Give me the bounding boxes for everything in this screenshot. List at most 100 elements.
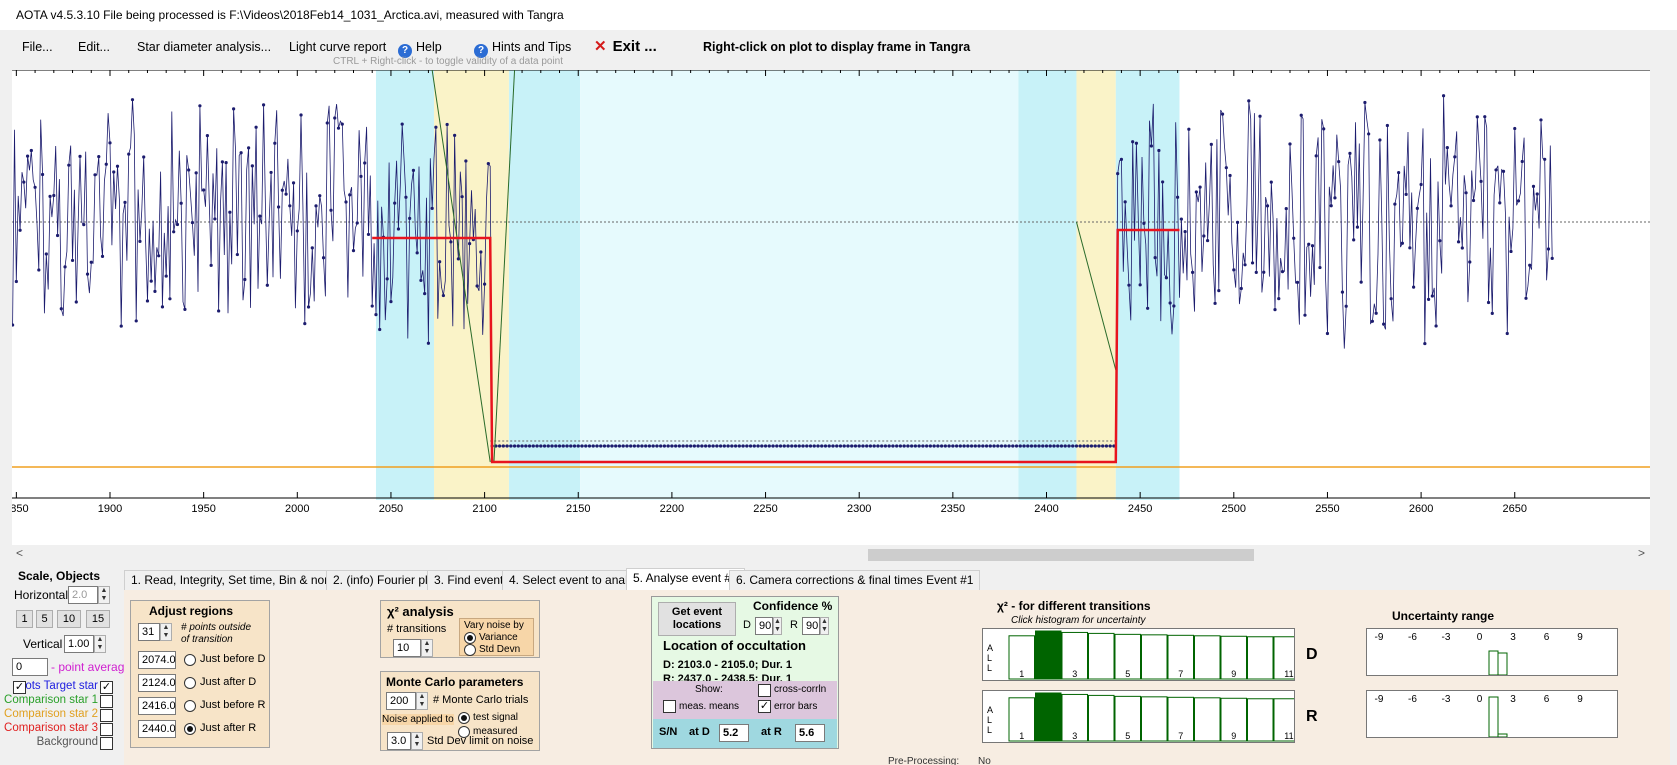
data-point: [771, 444, 775, 448]
data-point: [29, 148, 33, 153]
location-of-occultation-title: Location of occultation: [663, 638, 806, 653]
region-radio[interactable]: [184, 654, 196, 666]
data-point: [310, 246, 314, 250]
confidence-r-input[interactable]: 90: [802, 617, 820, 635]
object-label: Comparison star 1: [4, 694, 98, 706]
transitions-input[interactable]: 10: [393, 639, 421, 657]
monte-carlo-trials-input[interactable]: 200: [386, 692, 416, 710]
confidence-r-spin-icon[interactable]: ▲ ▼: [820, 617, 829, 635]
menu-light-curve-report[interactable]: Light curve report: [289, 37, 386, 57]
data-point: [1172, 304, 1176, 308]
uncertainty-tick-label: 9: [1577, 694, 1583, 705]
object-checkbox[interactable]: [100, 723, 113, 736]
vertical-spin-icon[interactable]: ▲ ▼: [94, 635, 106, 653]
menu-star-diameter-analysis[interactable]: Star diameter analysis...: [137, 37, 271, 57]
data-point: [1142, 221, 1146, 225]
uncertainty-r[interactable]: -9 -6 -3 0 3 6 9: [1366, 690, 1618, 738]
points-outside-spin-icon[interactable]: ▲ ▼: [160, 623, 172, 641]
chi-bar: [1247, 698, 1274, 742]
light-curve-svg[interactable]: 1850 1900 1950 2000 2050 2100 2150 2200 2250 2300…: [12, 70, 1650, 545]
data-point: [1277, 296, 1281, 301]
chi-tick-label: 5: [1125, 669, 1130, 679]
uncertainty-tick-label: -3: [1442, 694, 1451, 705]
confidence-d-spin-icon[interactable]: ▲ ▼: [773, 617, 782, 635]
scale-button-1[interactable]: 1: [16, 610, 33, 628]
cross-corrln-checkbox[interactable]: [758, 684, 771, 697]
chi-hist-r-svg[interactable]: ALL 1 3 5 7 9 11: [983, 691, 1327, 742]
menu-help[interactable]: ? Help: [398, 37, 442, 58]
chi-hist-r[interactable]: A L L 1 3 5 7 9 11: [982, 690, 1327, 743]
uncertainty-d-svg[interactable]: -9 -6 -3 0 3 6 9: [1367, 629, 1617, 676]
error-bars-checkbox[interactable]: ✓: [758, 700, 771, 713]
data-point: [359, 174, 363, 178]
data-point: [925, 444, 929, 448]
horizontal-spin-icon[interactable]: ▲ ▼: [98, 586, 110, 604]
data-point: [1239, 286, 1243, 291]
stddev-limit-input[interactable]: 3.0: [387, 732, 411, 750]
monte-carlo-trials-spin-icon[interactable]: ▲ ▼: [416, 692, 428, 710]
point-average-select[interactable]: 0: [12, 658, 48, 676]
data-point: [269, 170, 273, 175]
region-frame-input[interactable]: 2440.0: [138, 720, 176, 738]
object-label: ots Target star: [25, 680, 98, 692]
data-point: [1089, 444, 1094, 448]
object-checkbox[interactable]: [100, 709, 113, 722]
chi-hist-d[interactable]: A L L 1 3 5 7 9 11: [982, 628, 1327, 681]
plot-horizontal-scrollbar[interactable]: < >: [12, 545, 1650, 563]
data-point: [1183, 230, 1187, 234]
vary-noise-label: Vary noise by: [464, 620, 524, 631]
data-point: [1460, 246, 1464, 250]
data-point: [303, 322, 307, 326]
region-frame-input[interactable]: 2416.0: [138, 697, 176, 715]
tab-6[interactable]: 6. Camera corrections & final times Even…: [729, 570, 981, 590]
data-point: [104, 162, 108, 166]
target-star-select-checkbox[interactable]: ✓: [13, 681, 26, 694]
object-checkbox[interactable]: [100, 737, 113, 750]
data-point: [565, 444, 569, 448]
data-point: [1430, 294, 1434, 298]
vary-noise-variance-radio[interactable]: [464, 632, 476, 644]
uncertainty-d[interactable]: -9 -6 -3 0 3 6 9: [1366, 628, 1618, 676]
data-point: [33, 185, 37, 189]
region-radio[interactable]: [184, 700, 196, 712]
menu-edit[interactable]: Edit...: [78, 37, 110, 57]
uncertainty-bar: [1497, 652, 1508, 676]
meas-means-checkbox[interactable]: [663, 700, 676, 713]
chi-hist-d-svg[interactable]: ALL 1 3 5 7 9 11: [983, 629, 1327, 680]
object-label: Comparison star 3: [4, 722, 98, 734]
scroll-right-icon[interactable]: >: [1638, 546, 1645, 560]
get-event-locations-button[interactable]: Get event locations: [658, 602, 736, 636]
sn-r-value: 5.6: [795, 724, 825, 742]
uncertainty-r-svg[interactable]: -9 -6 -3 0 3 6 9: [1367, 691, 1617, 738]
noise-test-signal-radio[interactable]: [458, 712, 470, 724]
confidence-d-input[interactable]: 90: [755, 617, 773, 635]
data-point: [288, 204, 292, 208]
horizontal-scale-input[interactable]: 2.0: [68, 586, 98, 604]
transitions-spin-icon[interactable]: ▲ ▼: [421, 639, 433, 657]
scroll-thumb[interactable]: [868, 549, 1254, 561]
chi-tick-label: 11: [1284, 669, 1293, 679]
light-curve-plot[interactable]: 1850 1900 1950 2000 2050 2100 2150 2200 2250 2300…: [12, 70, 1650, 545]
vertical-scale-input[interactable]: 1.00: [64, 635, 94, 653]
object-checkbox[interactable]: ✓: [100, 681, 113, 694]
scale-button-5[interactable]: 5: [36, 610, 53, 628]
menu-exit[interactable]: ✕ Exit ...: [594, 37, 657, 57]
tab-5[interactable]: 5. Analyse event #1: [626, 568, 745, 590]
data-point: [497, 444, 502, 448]
points-outside-input[interactable]: 31: [138, 623, 160, 641]
scroll-left-icon[interactable]: <: [16, 546, 23, 560]
region-radio[interactable]: [184, 677, 196, 689]
data-point: [48, 194, 52, 198]
region-radio[interactable]: [184, 723, 196, 735]
data-point: [1329, 204, 1333, 208]
vary-noise-stddevn-radio[interactable]: [464, 644, 476, 656]
menu-hints-and-tips[interactable]: ? Hints and Tips: [474, 37, 571, 58]
data-point: [846, 444, 850, 448]
menu-file[interactable]: File...: [22, 37, 53, 57]
region-frame-input[interactable]: 2124.0: [138, 674, 176, 692]
stddev-limit-spin-icon[interactable]: ▲ ▼: [411, 732, 423, 750]
object-checkbox[interactable]: [100, 695, 113, 708]
region-frame-input[interactable]: 2074.0: [138, 651, 176, 669]
scale-button-10[interactable]: 10: [57, 610, 81, 628]
scale-button-15[interactable]: 15: [86, 610, 110, 628]
